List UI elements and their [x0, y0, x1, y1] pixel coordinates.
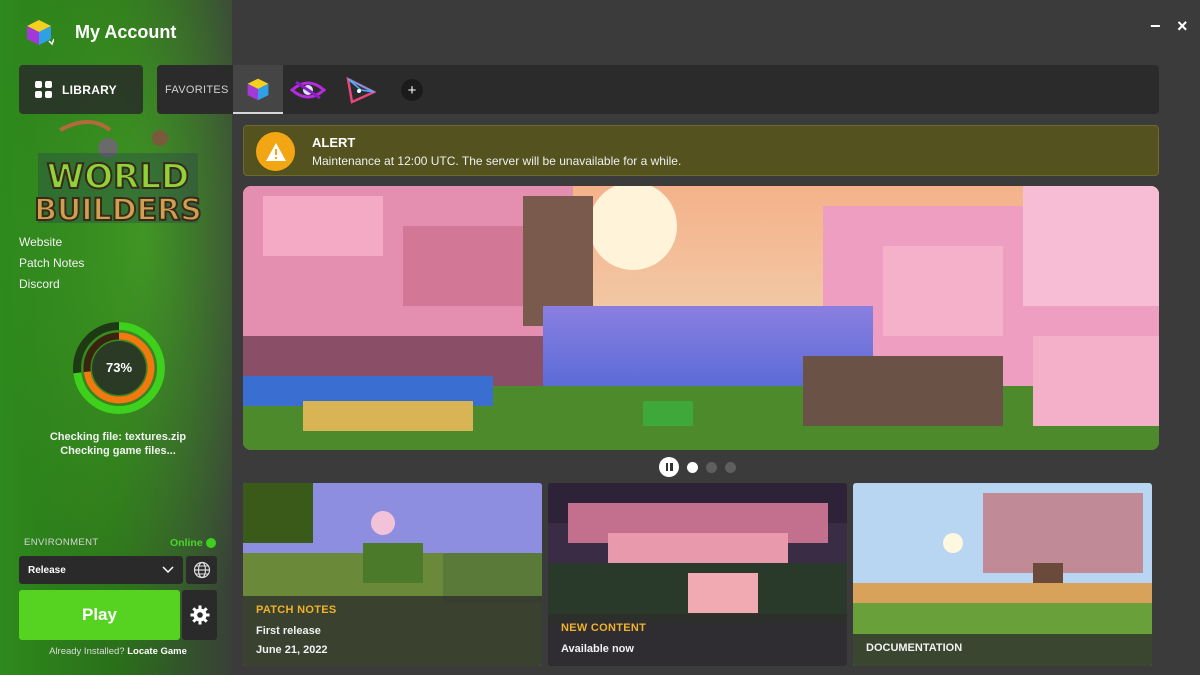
play-button[interactable]: Play [19, 590, 180, 640]
carousel-pause-button[interactable] [659, 457, 679, 477]
svg-text:BUILDERS: BUILDERS [34, 193, 202, 228]
news-card-new-content[interactable]: NEW CONTENT Available now [548, 483, 847, 666]
favorite-cube-game[interactable] [233, 65, 283, 114]
carousel-dot[interactable] [687, 461, 698, 473]
environment-select[interactable]: Release [19, 556, 183, 584]
news-card-overlay: NEW CONTENT Available now [548, 614, 847, 666]
eye-game-icon [290, 80, 326, 99]
online-status: Online [170, 537, 216, 549]
settings-button[interactable] [182, 590, 217, 640]
minimize-button[interactable]: − [1150, 16, 1161, 37]
installed-prefix: Already Installed? [49, 646, 125, 657]
news-category: DOCUMENTATION [866, 642, 963, 654]
news-card-documentation[interactable]: DOCUMENTATION [853, 483, 1152, 666]
environment-label: ENVIRONMENT [24, 537, 99, 548]
alert-message: Maintenance at 12:00 UTC. The server wil… [312, 154, 682, 168]
news-card-patch-notes[interactable]: PATCH NOTES First release June 21, 2022 [243, 483, 542, 666]
environment-selected: Release [28, 564, 66, 576]
triangle-game-icon [346, 76, 376, 104]
carousel-dot[interactable] [706, 461, 717, 473]
locate-game-link[interactable]: Locate Game [127, 646, 187, 657]
news-title: Available now [561, 643, 634, 655]
news-title: First release [256, 625, 321, 637]
news-card-overlay: DOCUMENTATION [853, 634, 1152, 666]
installed-hint: Already Installed? Locate Game [0, 646, 236, 657]
cube-game-icon [247, 78, 269, 100]
svg-text:WORLD: WORLD [47, 157, 189, 197]
file-status: Checking file: textures.zip [49, 431, 187, 443]
language-button[interactable] [186, 556, 217, 584]
news-card-overlay: PATCH NOTES First release June 21, 2022 [243, 596, 542, 666]
alert-title: ALERT [312, 135, 356, 150]
game-status: Checking game files... [60, 445, 176, 457]
library-label: LIBRARY [62, 82, 117, 97]
gear-icon [190, 605, 209, 625]
app-cube-icon [27, 20, 54, 46]
grid-icon [35, 81, 52, 98]
online-status-text: Online [170, 537, 203, 549]
alert-banner: ALERT Maintenance at 12:00 UTC. The serv… [243, 125, 1159, 176]
news-category: PATCH NOTES [256, 604, 337, 616]
favorite-eye-game[interactable] [283, 65, 333, 114]
warning-icon [256, 132, 295, 171]
close-button[interactable]: × [1177, 16, 1188, 37]
news-date: June 21, 2022 [256, 644, 328, 656]
globe-icon [193, 561, 210, 579]
carousel-dot[interactable] [725, 461, 736, 473]
news-category: NEW CONTENT [561, 622, 647, 634]
featured-banner-image[interactable] [243, 186, 1159, 450]
patch-notes-link[interactable]: Patch Notes [19, 256, 84, 270]
favorite-triangle-game[interactable] [335, 65, 385, 114]
library-button[interactable]: LIBRARY [19, 65, 143, 114]
online-indicator-icon [205, 538, 216, 548]
add-favorite-button[interactable]: + [401, 79, 423, 101]
favorites-label: FAVORITES [165, 84, 229, 96]
chevron-down-icon [162, 566, 174, 574]
app-title: My Account [75, 22, 177, 42]
discord-link[interactable]: Discord [19, 277, 60, 291]
carousel-controls [659, 457, 736, 477]
game-logo: WORLD BUILDERS [33, 120, 203, 228]
website-link[interactable]: Website [19, 235, 62, 249]
favorites-bar: FAVORITES + [157, 65, 1159, 114]
progress-percent: 73% [105, 360, 133, 375]
